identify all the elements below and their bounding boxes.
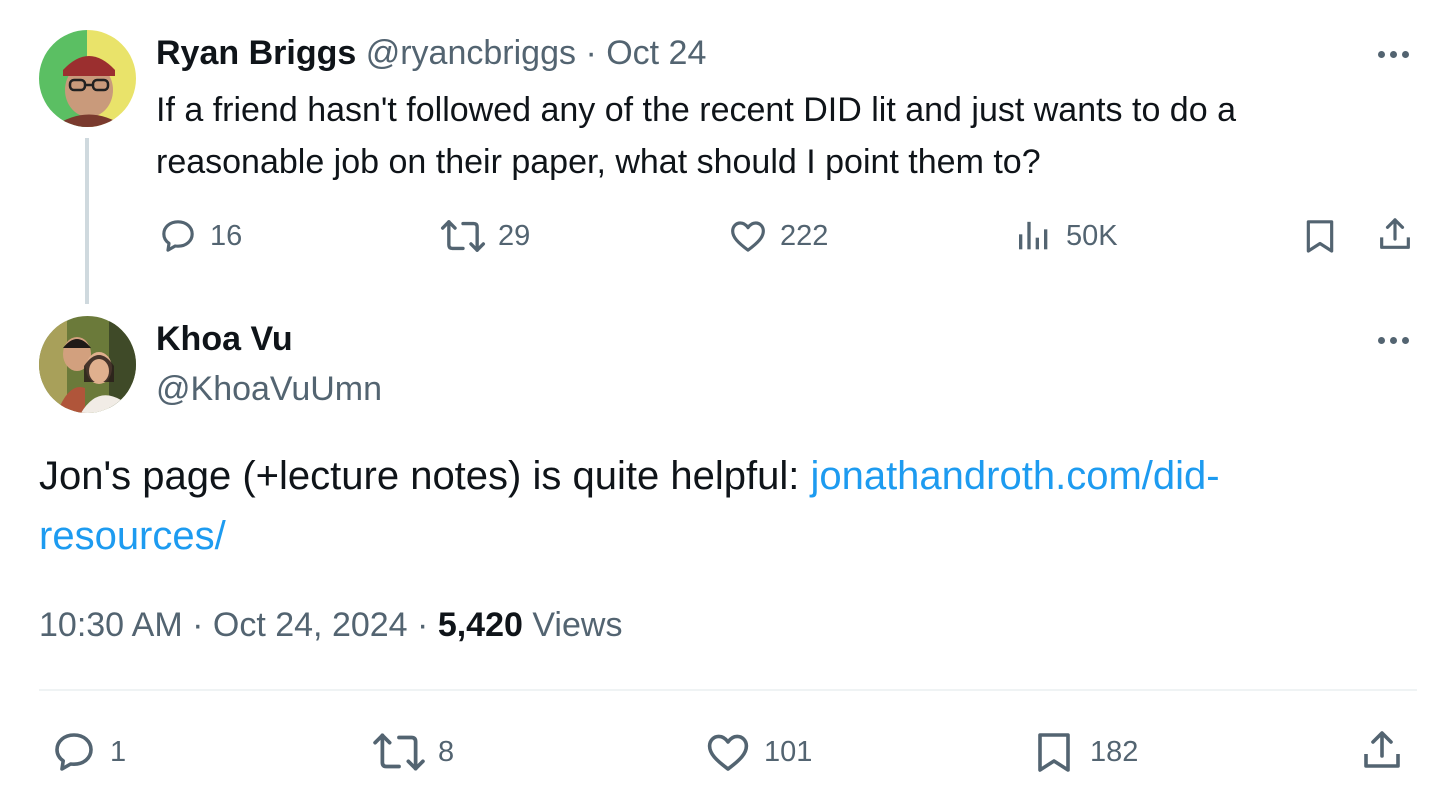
tweet1-repost-count: 29: [498, 219, 531, 252]
tweet2-text-prefix: Jon's page (+lecture notes) is quite hel…: [39, 454, 811, 498]
tweet1-repost-button[interactable]: 29: [440, 216, 530, 256]
repost-icon: [373, 733, 425, 771]
tweet1-more-icon[interactable]: [1378, 51, 1409, 58]
tweet1-reply-button[interactable]: 16: [158, 216, 242, 256]
tweet2-like-button[interactable]: 101: [704, 728, 812, 776]
bookmark-icon: [1038, 733, 1070, 772]
tweet2-link-line2[interactable]: resources/: [39, 514, 226, 558]
tweet2-views-label: Views: [532, 606, 623, 644]
tweet2-bookmark-count: 182: [1090, 735, 1139, 768]
tweet1-text-line1: If a friend hasn't followed any of the r…: [156, 91, 1236, 129]
tweet2-reply-button[interactable]: 1: [50, 728, 126, 776]
tweet2-repost-count: 8: [438, 735, 455, 768]
tweet2-repost-button[interactable]: 8: [372, 728, 454, 776]
tweet1-views-button[interactable]: 50K: [1014, 216, 1118, 256]
views-icon: [1019, 221, 1048, 250]
tweet1-date[interactable]: Oct 24: [606, 34, 706, 72]
tweet1-like-count: 222: [780, 219, 829, 252]
tweet1-author-name[interactable]: Ryan Briggs: [156, 34, 356, 72]
tweet1-text: If a friend hasn't followed any of the r…: [156, 84, 1236, 188]
reply-icon: [55, 733, 93, 771]
tweet2-share-icon[interactable]: [1358, 726, 1406, 779]
tweet2-date[interactable]: Oct 24, 2024: [213, 606, 408, 644]
tweet2-divider: [39, 689, 1417, 691]
ryan-briggs-avatar[interactable]: [39, 30, 136, 127]
like-icon: [731, 221, 765, 252]
tweet2-author-name[interactable]: Khoa Vu: [156, 320, 293, 359]
tweet2-meta-separator1: ·: [192, 606, 204, 644]
tweet2-views-count: 5,420: [437, 606, 523, 644]
tweet1-header-separator: ·: [585, 34, 597, 72]
tweet1-like-button[interactable]: 222: [728, 216, 828, 256]
tweet1-author-handle[interactable]: @ryancbriggs: [366, 34, 576, 72]
tweet2-like-count: 101: [764, 735, 813, 768]
tweet1-reply-count: 16: [210, 219, 243, 252]
tweet2-bookmark-button[interactable]: 182: [1030, 728, 1138, 776]
tweet1-share-icon[interactable]: [1375, 214, 1415, 259]
tweet2-meta: 10:30 AM · Oct 24, 2024 · 5,420 Views: [39, 606, 622, 645]
tweet1-header: Ryan Briggs @ryancbriggs · Oct 24: [156, 34, 706, 73]
tweet2-link-line1[interactable]: jonathandroth.com/did-: [810, 454, 1219, 498]
reply-icon: [162, 220, 194, 252]
tweet2-time[interactable]: 10:30 AM: [39, 606, 183, 644]
tweet2-author-handle[interactable]: @KhoaVuUmn: [156, 370, 382, 409]
tweet2-meta-separator2: ·: [417, 606, 429, 644]
repost-icon: [440, 220, 486, 252]
like-icon: [707, 734, 749, 771]
khoa-vu-avatar[interactable]: [39, 316, 136, 413]
tweet2-text: Jon's page (+lecture notes) is quite hel…: [39, 446, 1220, 566]
tweet1-text-line2: reasonable job on their paper, what shou…: [156, 143, 1041, 181]
tweet2-more-icon[interactable]: [1378, 337, 1409, 344]
thread-connector-line: [85, 138, 89, 304]
tweet1-view-count: 50K: [1066, 219, 1118, 252]
tweet1-bookmark-icon[interactable]: [1300, 216, 1340, 261]
tweet2-reply-count: 1: [110, 735, 127, 768]
